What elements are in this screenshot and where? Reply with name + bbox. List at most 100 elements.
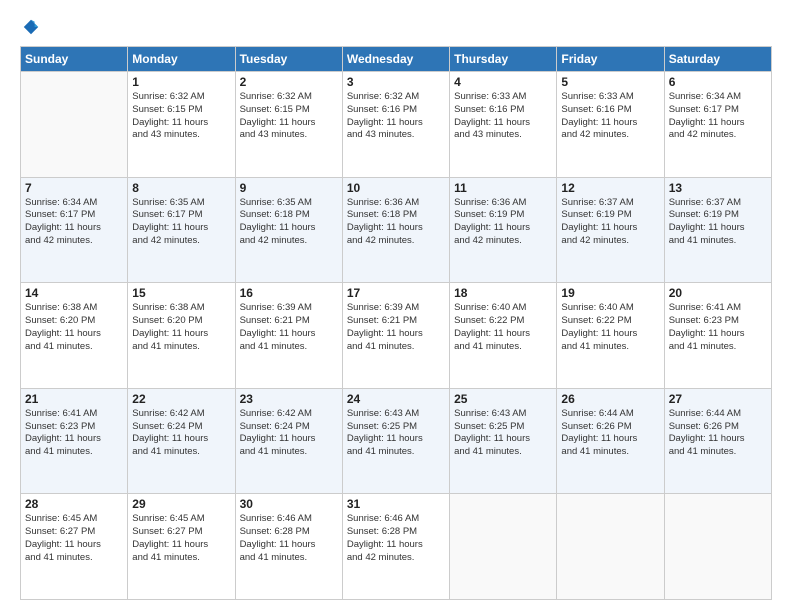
- day-number: 9: [240, 181, 338, 195]
- logo-icon: [22, 18, 40, 36]
- day-number: 30: [240, 497, 338, 511]
- day-number: 13: [669, 181, 767, 195]
- day-info: Sunrise: 6:32 AM Sunset: 6:15 PM Dayligh…: [132, 91, 230, 142]
- weekday-header-saturday: Saturday: [664, 47, 771, 72]
- calendar-cell: 6Sunrise: 6:34 AM Sunset: 6:17 PM Daylig…: [664, 72, 771, 178]
- day-number: 12: [561, 181, 659, 195]
- weekday-header-thursday: Thursday: [450, 47, 557, 72]
- page: SundayMondayTuesdayWednesdayThursdayFrid…: [0, 0, 792, 612]
- day-info: Sunrise: 6:43 AM Sunset: 6:25 PM Dayligh…: [347, 408, 445, 459]
- day-number: 15: [132, 286, 230, 300]
- day-info: Sunrise: 6:36 AM Sunset: 6:19 PM Dayligh…: [454, 197, 552, 248]
- calendar-cell: 23 Sunrise: 6:42 AM Sunset: 6:24 PM Dayli…: [235, 388, 342, 494]
- day-info: Sunrise: 6:43 AM Sunset: 6:25 PM Dayligh…: [454, 408, 552, 459]
- day-info: Sunrise: 6:41 AM Sunset: 6:23 PM Dayligh…: [25, 408, 123, 459]
- calendar-cell: 4 Sunrise: 6:33 AM Sunset: 6:16 PM Daylig…: [450, 72, 557, 178]
- day-number: 21: [25, 392, 123, 406]
- day-number: 24: [347, 392, 445, 406]
- day-info: Sunrise: 6:46 AM Sunset: 6:28 PM Dayligh…: [240, 513, 338, 564]
- day-info: Sunrise: 6:40 AM Sunset: 6:22 PM Dayligh…: [454, 302, 552, 353]
- calendar-cell: 13Sunrise: 6:37 AM Sunset: 6:19 PM Dayli…: [664, 177, 771, 283]
- day-number: 14: [25, 286, 123, 300]
- day-info: Sunrise: 6:32 AM Sunset: 6:15 PM Dayligh…: [240, 91, 338, 142]
- day-info: Sunrise: 6:39 AM Sunset: 6:21 PM Dayligh…: [347, 302, 445, 353]
- logo: [20, 18, 40, 36]
- day-info: Sunrise: 6:42 AM Sunset: 6:24 PM Dayligh…: [240, 408, 338, 459]
- calendar-cell: 11 Sunrise: 6:36 AM Sunset: 6:19 PM Dayli…: [450, 177, 557, 283]
- calendar-cell: [450, 494, 557, 600]
- weekday-header-row: SundayMondayTuesdayWednesdayThursdayFrid…: [21, 47, 772, 72]
- day-number: 28: [25, 497, 123, 511]
- day-info: Sunrise: 6:33 AM Sunset: 6:16 PM Dayligh…: [454, 91, 552, 142]
- calendar-cell: 31 Sunrise: 6:46 AM Sunset: 6:28 PM Dayli…: [342, 494, 449, 600]
- day-number: 16: [240, 286, 338, 300]
- calendar-cell: 17 Sunrise: 6:39 AM Sunset: 6:21 PM Dayli…: [342, 283, 449, 389]
- calendar-cell: 21 Sunrise: 6:41 AM Sunset: 6:23 PM Dayli…: [21, 388, 128, 494]
- day-info: Sunrise: 6:45 AM Sunset: 6:27 PM Dayligh…: [132, 513, 230, 564]
- calendar-cell: 14 Sunrise: 6:38 AM Sunset: 6:20 PM Dayli…: [21, 283, 128, 389]
- day-info: Sunrise: 6:35 AM Sunset: 6:18 PM Dayligh…: [240, 197, 338, 248]
- calendar-cell: 5 Sunrise: 6:33 AM Sunset: 6:16 PM Daylig…: [557, 72, 664, 178]
- calendar-cell: 3Sunrise: 6:32 AM Sunset: 6:16 PM Daylig…: [342, 72, 449, 178]
- calendar-cell: [664, 494, 771, 600]
- day-number: 19: [561, 286, 659, 300]
- calendar-cell: 9 Sunrise: 6:35 AM Sunset: 6:18 PM Daylig…: [235, 177, 342, 283]
- calendar-cell: 7 Sunrise: 6:34 AM Sunset: 6:17 PM Daylig…: [21, 177, 128, 283]
- day-info: Sunrise: 6:35 AM Sunset: 6:17 PM Dayligh…: [132, 197, 230, 248]
- calendar-cell: 19 Sunrise: 6:40 AM Sunset: 6:22 PM Dayli…: [557, 283, 664, 389]
- day-info: Sunrise: 6:44 AM Sunset: 6:26 PM Dayligh…: [669, 408, 767, 459]
- day-number: 1: [132, 75, 230, 89]
- day-number: 5: [561, 75, 659, 89]
- day-info: Sunrise: 6:37 AM Sunset: 6:19 PM Dayligh…: [561, 197, 659, 248]
- calendar-cell: 18 Sunrise: 6:40 AM Sunset: 6:22 PM Dayli…: [450, 283, 557, 389]
- day-info: Sunrise: 6:38 AM Sunset: 6:20 PM Dayligh…: [25, 302, 123, 353]
- calendar-cell: 27 Sunrise: 6:44 AM Sunset: 6:26 PM Dayli…: [664, 388, 771, 494]
- weekday-header-wednesday: Wednesday: [342, 47, 449, 72]
- day-number: 10: [347, 181, 445, 195]
- calendar-cell: 25 Sunrise: 6:43 AM Sunset: 6:25 PM Dayli…: [450, 388, 557, 494]
- calendar-cell: 16 Sunrise: 6:39 AM Sunset: 6:21 PM Dayli…: [235, 283, 342, 389]
- day-info: Sunrise: 6:44 AM Sunset: 6:26 PM Dayligh…: [561, 408, 659, 459]
- calendar-cell: [21, 72, 128, 178]
- day-number: 18: [454, 286, 552, 300]
- day-number: 4: [454, 75, 552, 89]
- day-number: 20: [669, 286, 767, 300]
- weekday-header-sunday: Sunday: [21, 47, 128, 72]
- day-number: 26: [561, 392, 659, 406]
- day-number: 22: [132, 392, 230, 406]
- day-number: 7: [25, 181, 123, 195]
- day-number: 6: [669, 75, 767, 89]
- day-number: 11: [454, 181, 552, 195]
- day-number: 3: [347, 75, 445, 89]
- calendar-week-row: 21 Sunrise: 6:41 AM Sunset: 6:23 PM Dayli…: [21, 388, 772, 494]
- day-info: Sunrise: 6:34 AM Sunset: 6:17 PM Dayligh…: [25, 197, 123, 248]
- day-number: 25: [454, 392, 552, 406]
- day-number: 17: [347, 286, 445, 300]
- calendar-cell: 10Sunrise: 6:36 AM Sunset: 6:18 PM Dayli…: [342, 177, 449, 283]
- calendar-cell: 1 Sunrise: 6:32 AM Sunset: 6:15 PM Daylig…: [128, 72, 235, 178]
- calendar-cell: 26 Sunrise: 6:44 AM Sunset: 6:26 PM Dayli…: [557, 388, 664, 494]
- day-info: Sunrise: 6:46 AM Sunset: 6:28 PM Dayligh…: [347, 513, 445, 564]
- weekday-header-friday: Friday: [557, 47, 664, 72]
- calendar-week-row: 14 Sunrise: 6:38 AM Sunset: 6:20 PM Dayli…: [21, 283, 772, 389]
- day-number: 27: [669, 392, 767, 406]
- calendar-cell: 20Sunrise: 6:41 AM Sunset: 6:23 PM Dayli…: [664, 283, 771, 389]
- weekday-header-monday: Monday: [128, 47, 235, 72]
- weekday-header-tuesday: Tuesday: [235, 47, 342, 72]
- day-number: 31: [347, 497, 445, 511]
- day-info: Sunrise: 6:38 AM Sunset: 6:20 PM Dayligh…: [132, 302, 230, 353]
- calendar-cell: 28 Sunrise: 6:45 AM Sunset: 6:27 PM Dayli…: [21, 494, 128, 600]
- calendar-cell: 24 Sunrise: 6:43 AM Sunset: 6:25 PM Dayli…: [342, 388, 449, 494]
- calendar-week-row: 1 Sunrise: 6:32 AM Sunset: 6:15 PM Daylig…: [21, 72, 772, 178]
- day-info: Sunrise: 6:40 AM Sunset: 6:22 PM Dayligh…: [561, 302, 659, 353]
- day-info: Sunrise: 6:42 AM Sunset: 6:24 PM Dayligh…: [132, 408, 230, 459]
- calendar-cell: 22 Sunrise: 6:42 AM Sunset: 6:24 PM Dayli…: [128, 388, 235, 494]
- day-number: 23: [240, 392, 338, 406]
- day-info: Sunrise: 6:33 AM Sunset: 6:16 PM Dayligh…: [561, 91, 659, 142]
- day-info: Sunrise: 6:45 AM Sunset: 6:27 PM Dayligh…: [25, 513, 123, 564]
- calendar-cell: [557, 494, 664, 600]
- day-info: Sunrise: 6:39 AM Sunset: 6:21 PM Dayligh…: [240, 302, 338, 353]
- logo-text: [20, 18, 40, 36]
- day-number: 8: [132, 181, 230, 195]
- day-number: 2: [240, 75, 338, 89]
